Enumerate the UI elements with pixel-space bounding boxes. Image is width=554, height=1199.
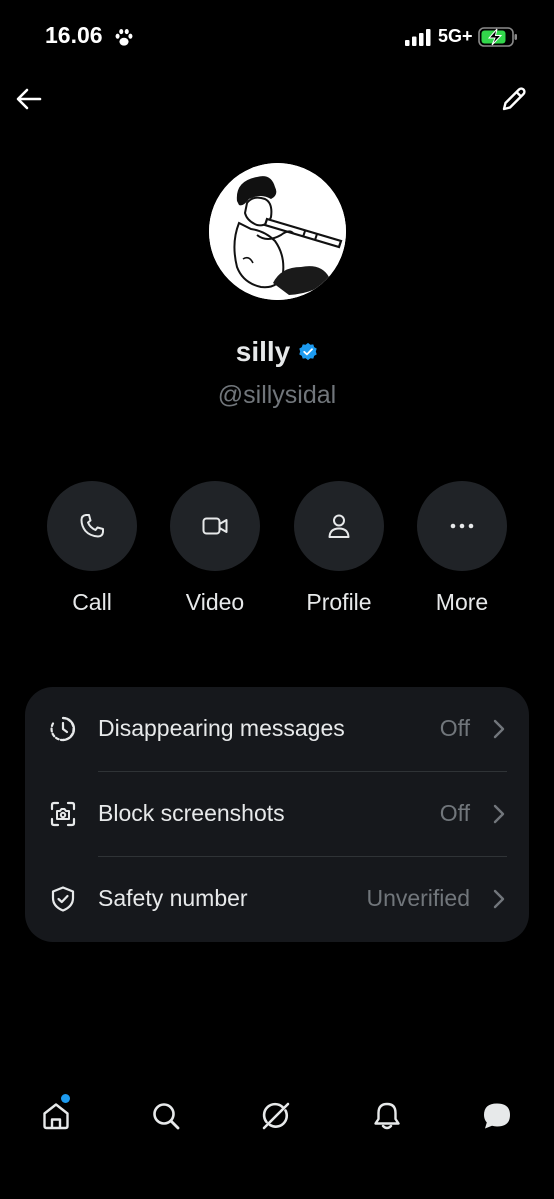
camera-frame-icon	[50, 801, 76, 827]
safety-number-label: Safety number	[98, 885, 248, 911]
nav-home[interactable]	[26, 1086, 86, 1146]
person-icon	[328, 514, 350, 538]
block-screenshots-row[interactable]: Block screenshots Off	[25, 772, 529, 857]
signal-icon	[405, 29, 431, 46]
verified-badge-icon	[299, 342, 317, 361]
display-name: silly	[235, 336, 291, 367]
more-dots-icon	[450, 523, 474, 529]
home-icon	[43, 1103, 69, 1130]
block-screenshots-label: Block screenshots	[98, 800, 285, 826]
disappearing-messages-row[interactable]: Disappearing messages Off	[25, 687, 529, 772]
nav-grok[interactable]	[246, 1086, 306, 1146]
status-bar: 16.06 5G+	[0, 0, 554, 74]
bell-icon	[374, 1102, 400, 1130]
profile-circle[interactable]	[294, 481, 384, 571]
pencil-icon	[502, 87, 526, 111]
action-buttons: Call Video Profile More	[0, 481, 554, 621]
chevron-right-icon	[493, 889, 505, 909]
safety-number-row[interactable]: Safety number Unverified	[25, 857, 529, 942]
call-button[interactable]: Call	[37, 481, 147, 616]
status-time: 16.06	[45, 22, 103, 48]
nav-messages[interactable]	[467, 1086, 527, 1146]
nav-notifications[interactable]	[357, 1086, 417, 1146]
more-circle[interactable]	[417, 481, 507, 571]
battery-charging-icon	[478, 27, 517, 47]
grok-icon	[262, 1102, 290, 1130]
safety-number-value: Unverified	[366, 885, 470, 911]
paw-icon	[115, 29, 133, 46]
network-label: 5G+	[438, 26, 473, 46]
disappearing-messages-value: Off	[439, 715, 470, 741]
disappearing-messages-label: Disappearing messages	[98, 715, 345, 741]
chevron-right-icon	[493, 719, 505, 739]
video-label: Video	[185, 589, 245, 615]
avatar[interactable]	[209, 163, 346, 300]
more-label: More	[435, 589, 489, 615]
handle: @sillysidal	[217, 381, 337, 409]
video-circle[interactable]	[170, 481, 260, 571]
nav-search[interactable]	[136, 1086, 196, 1146]
chat-info-screen: 16.06 5G+ silly @sillysidal Call Video P…	[0, 0, 554, 1199]
shield-check-icon	[51, 886, 75, 912]
video-button[interactable]: Video	[160, 481, 270, 616]
block-screenshots-value: Off	[439, 800, 470, 826]
call-label: Call	[72, 589, 112, 615]
settings-card: Disappearing messages Off Block screensh…	[25, 687, 529, 942]
call-circle[interactable]	[47, 481, 137, 571]
search-icon	[153, 1103, 180, 1130]
avatar-illustration	[209, 163, 346, 300]
bottom-nav	[0, 1086, 554, 1146]
video-camera-icon	[202, 517, 228, 535]
chat-bubble-icon	[484, 1103, 510, 1129]
phone-icon	[80, 514, 104, 538]
edit-button[interactable]	[499, 84, 529, 114]
profile-button[interactable]: Profile	[284, 481, 394, 616]
arrow-left-icon	[16, 88, 42, 110]
home-notification-dot	[61, 1094, 70, 1103]
timer-icon	[50, 716, 76, 742]
chevron-right-icon	[493, 804, 505, 824]
name-row: silly	[0, 336, 554, 368]
profile-label: Profile	[306, 589, 372, 615]
more-button[interactable]: More	[407, 481, 517, 616]
back-button[interactable]	[14, 84, 44, 114]
